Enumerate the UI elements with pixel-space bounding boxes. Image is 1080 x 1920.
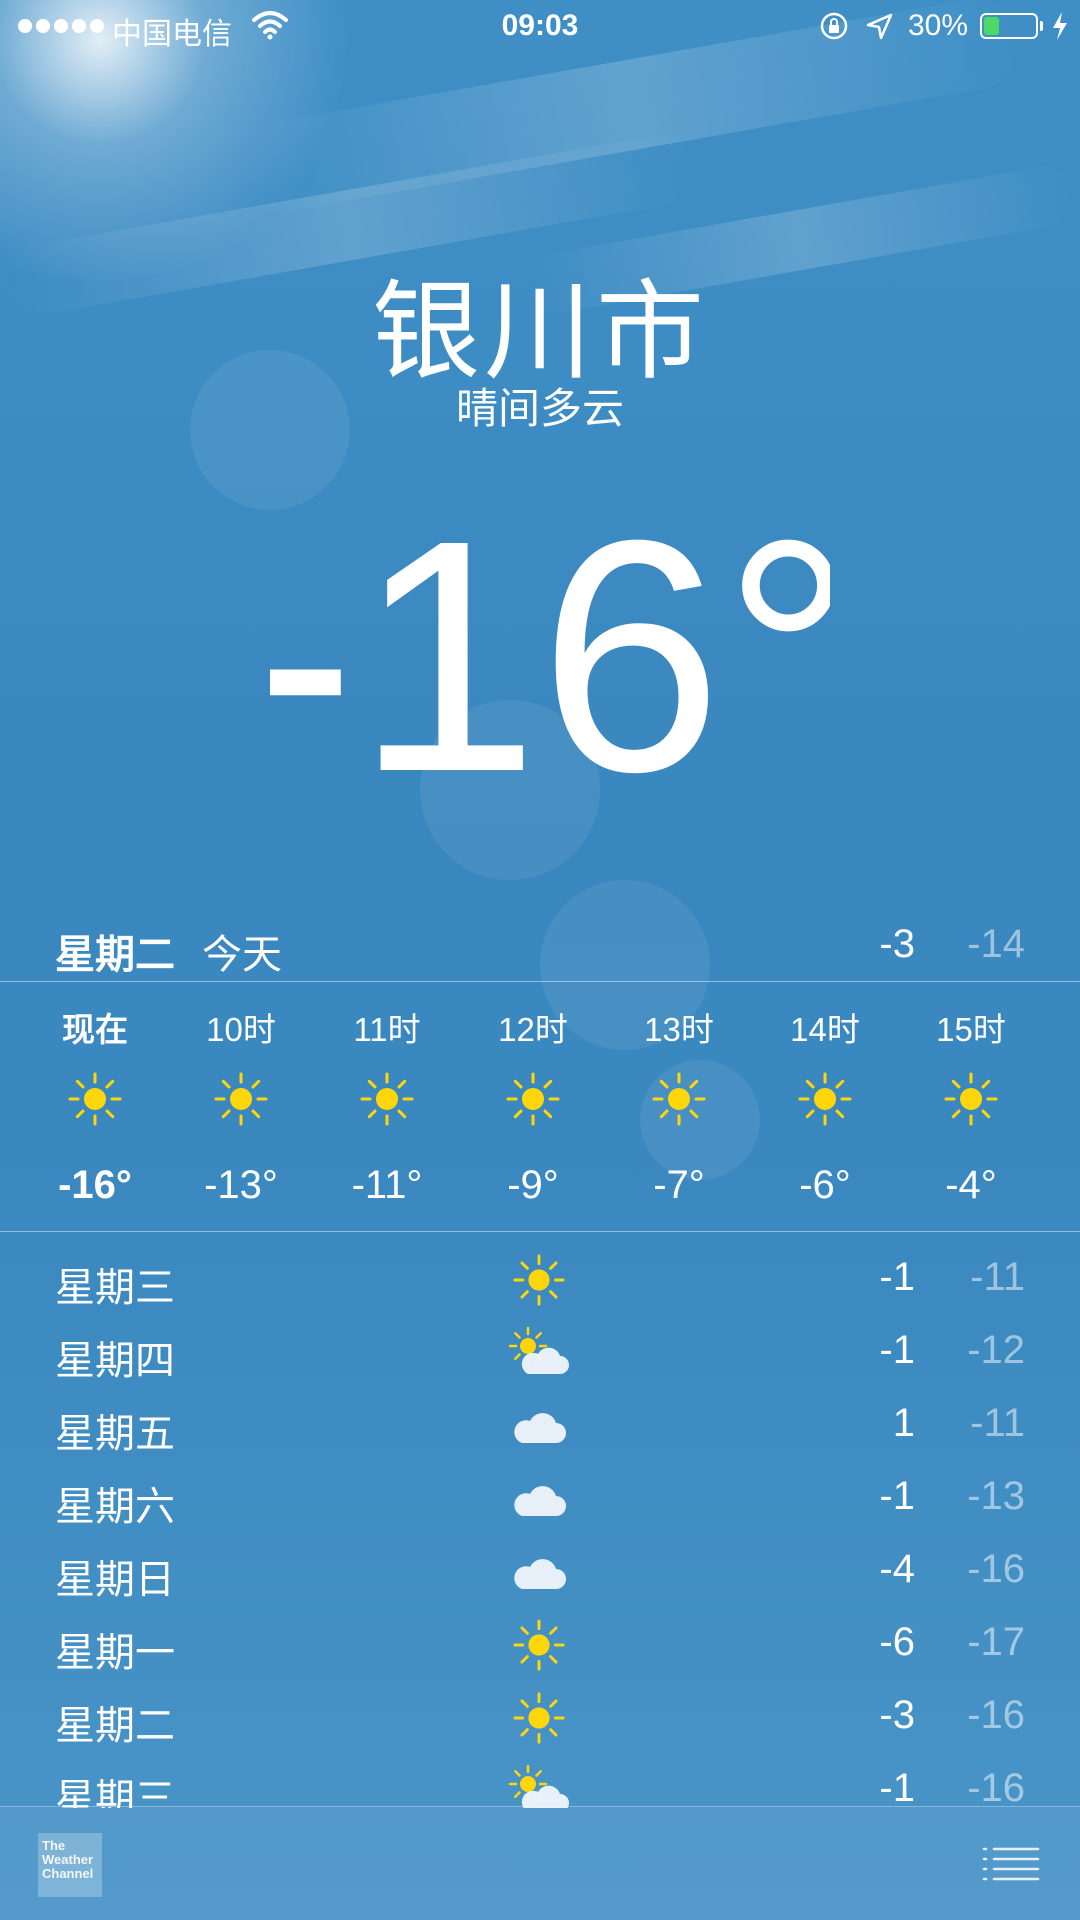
battery-tip <box>1040 21 1043 31</box>
daily-forecast[interactable]: 星期三 -1 -11 星期四 -1 -12 星期五 1 -11 星期六 -1 -13 星期日 -4… <box>0 1243 1080 1808</box>
day-name: 星期日 <box>55 1558 175 1602</box>
today-high: -3 <box>879 922 915 966</box>
hour-temperature: -16° <box>58 1163 132 1207</box>
hourly-item: 10时 -13° <box>168 983 314 1230</box>
day-high: -6 <box>879 1620 915 1664</box>
cloud-icon <box>508 1472 570 1526</box>
hour-label: 10时 <box>206 1011 276 1048</box>
logo-line: Weather <box>42 1852 94 1867</box>
sun-icon <box>943 1071 999 1127</box>
day-high: -1 <box>879 1255 915 1299</box>
current-temperature: -16° <box>270 471 830 790</box>
hour-temperature: -7° <box>653 1163 705 1207</box>
daily-row: 星期三 -1 -11 <box>0 1243 1080 1316</box>
day-high: -1 <box>879 1474 915 1518</box>
day-low: -11 <box>970 1401 1025 1445</box>
hour-label: 12时 <box>498 1011 568 1048</box>
today-low: -14 <box>967 922 1025 966</box>
hourly-item: 11时 -11° <box>314 983 460 1230</box>
sun-icon <box>797 1071 853 1127</box>
daily-row: 星期一 -6 -17 <box>0 1608 1080 1681</box>
hour-temperature: -9° <box>507 1163 559 1207</box>
divider <box>0 981 1080 982</box>
battery-level-fill <box>984 17 999 35</box>
list-icon[interactable] <box>982 1845 1040 1883</box>
hour-temperature: -4° <box>945 1163 997 1207</box>
sun-icon <box>505 1071 561 1127</box>
sun-icon <box>213 1071 269 1127</box>
hour-temperature: -13° <box>204 1163 278 1207</box>
location-arrow-icon <box>866 13 893 40</box>
weather-condition: 晴间多云 <box>455 385 624 432</box>
hour-temperature: -6° <box>799 1163 851 1207</box>
day-name: 星期五 <box>55 1412 175 1456</box>
logo-line: Channel <box>42 1866 94 1881</box>
cloud-icon <box>508 1399 570 1453</box>
hourly-item: 现在 -16° <box>22 983 168 1230</box>
current-temperature-text: -16° <box>270 471 830 790</box>
day-low: -17 <box>967 1620 1025 1664</box>
bottom-bar: The Weather Channel <box>0 1806 1080 1920</box>
daily-row: 星期日 -4 -16 <box>0 1535 1080 1608</box>
day-low: -12 <box>967 1328 1025 1372</box>
day-name: 星期二 <box>55 1704 175 1748</box>
partly-cloudy-icon <box>508 1764 570 1808</box>
day-high: -1 <box>879 1766 915 1808</box>
sun-icon <box>508 1618 570 1672</box>
day-name: 星期六 <box>55 1485 175 1529</box>
daily-row: 星期二 -3 -16 <box>0 1681 1080 1754</box>
hourly-item: 14时 -6° <box>752 983 898 1230</box>
rotation-lock-icon <box>820 12 848 40</box>
logo-line: The <box>42 1838 66 1853</box>
daily-row: 星期六 -1 -13 <box>0 1462 1080 1535</box>
day-low: -16 <box>967 1766 1025 1808</box>
charging-bolt-icon <box>1053 12 1067 40</box>
day-low: -16 <box>967 1547 1025 1591</box>
hour-label: 14时 <box>790 1011 860 1048</box>
day-name: 星期一 <box>55 1631 175 1675</box>
hour-label: 11时 <box>353 1011 421 1048</box>
status-bar: 中国电信 09:03 30% <box>0 0 1080 54</box>
partly-cloudy-icon <box>508 1326 570 1380</box>
today-weekday: 星期二 <box>55 933 175 977</box>
sun-icon <box>359 1071 415 1127</box>
hour-label: 15时 <box>936 1011 1006 1048</box>
daily-row: 星期四 -1 -12 <box>0 1316 1080 1389</box>
hour-temperature: -11° <box>351 1163 423 1207</box>
day-high: 1 <box>892 1401 915 1445</box>
day-name: 星期三 <box>55 1266 175 1310</box>
battery-percent: 30% <box>908 9 969 42</box>
weather-channel-logo[interactable]: The Weather Channel <box>38 1833 102 1897</box>
day-high: -1 <box>879 1328 915 1372</box>
hourly-item: 13时 -7° <box>606 983 752 1230</box>
battery-icon <box>980 13 1038 39</box>
sun-icon <box>651 1071 707 1127</box>
hour-label: 13时 <box>644 1011 714 1048</box>
today-summary: 星期二 今天 -3 -14 <box>0 912 1080 977</box>
hourly-forecast[interactable]: 现在 -16° 10时 -13° 11时 -11° 12时 -9° 13时 -7° 14时 -6° 15… <box>0 983 1080 1230</box>
day-low: -11 <box>970 1255 1025 1299</box>
day-high: -4 <box>879 1547 915 1591</box>
sun-icon <box>508 1253 570 1307</box>
sun-icon <box>67 1071 123 1127</box>
hour-label: 现在 <box>62 1011 128 1048</box>
divider <box>0 1231 1080 1232</box>
day-high: -3 <box>879 1693 915 1737</box>
day-name: 星期四 <box>55 1339 175 1383</box>
daily-row: 星期三 -1 -16 <box>0 1754 1080 1808</box>
hourly-item: 12时 -9° <box>460 983 606 1230</box>
hourly-item: 15时 -4° <box>898 983 1044 1230</box>
day-low: -13 <box>967 1474 1025 1518</box>
sun-icon <box>508 1691 570 1745</box>
daily-row: 星期五 1 -11 <box>0 1389 1080 1462</box>
today-label: 今天 <box>202 933 282 977</box>
cloud-icon <box>508 1545 570 1599</box>
weather-screen: 中国电信 09:03 30% 银川市 晴间多云 -16° 星期二 今天 -3 -… <box>0 0 1080 1920</box>
day-name: 星期三 <box>55 1777 175 1808</box>
day-low: -16 <box>967 1693 1025 1737</box>
